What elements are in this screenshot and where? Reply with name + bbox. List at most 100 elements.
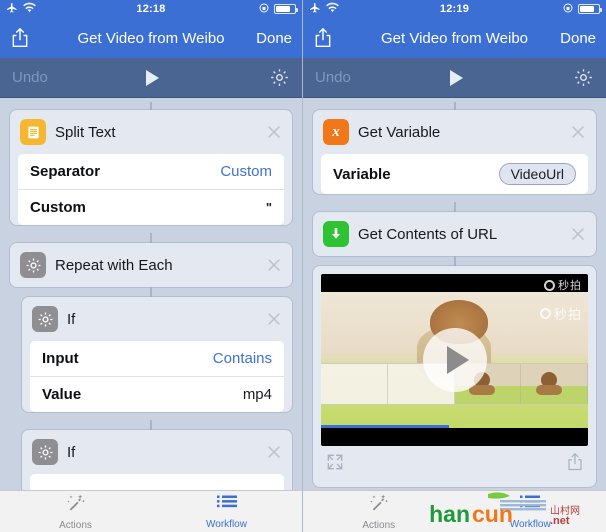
battery-icon [274, 4, 298, 14]
card-title: If [67, 310, 76, 328]
tab-bar[interactable]: Actions Workflow [0, 490, 302, 532]
share-icon[interactable] [313, 27, 333, 49]
right-phone-panel: 12:19 Get Video from Weibo Done Undo x G… [303, 0, 606, 532]
video-watermark-second: 秒拍 [539, 304, 582, 323]
card-header: If [22, 297, 292, 341]
magic-wand-icon [66, 493, 86, 518]
action-card-if-1[interactable]: If Input Contains Value mp4 [22, 297, 292, 412]
action-card-get-contents-of-url[interactable]: Get Contents of URL [313, 212, 596, 256]
card-header: Repeat with Each [10, 243, 292, 287]
action-card-repeat-with-each[interactable]: Repeat with Each [10, 243, 292, 287]
tab-label: Workflow [509, 518, 551, 530]
parameter-box [30, 474, 284, 490]
video-progress-bar[interactable] [321, 425, 450, 428]
status-right-icons [258, 2, 298, 17]
status-bar: 12:19 [303, 0, 606, 18]
navigation-bar: Get Video from Weibo Done [0, 18, 302, 58]
parameter-value[interactable]: mp4 [243, 386, 272, 403]
card-title: If [67, 443, 76, 461]
parameter-value[interactable]: Contains [213, 350, 272, 367]
connector-line [150, 287, 152, 297]
gear-icon [32, 306, 58, 332]
parameter-box: Input Contains Value mp4 [30, 341, 284, 412]
camera-icon [544, 279, 555, 291]
parameter-row-variable[interactable]: Variable VideoUrl [321, 154, 588, 194]
scrubber-thumb [321, 364, 388, 405]
rotation-lock-icon [562, 2, 574, 17]
done-button[interactable]: Done [256, 30, 292, 47]
share-icon[interactable] [10, 27, 30, 49]
connector-line [150, 102, 152, 110]
gear-icon [32, 439, 58, 465]
tab-actions[interactable]: Actions [0, 491, 151, 532]
expand-icon[interactable] [325, 452, 345, 477]
parameter-label: Value [42, 386, 82, 403]
tab-label: Workflow [206, 518, 247, 530]
status-time: 12:18 [136, 3, 166, 15]
close-icon[interactable] [266, 257, 282, 273]
play-icon[interactable] [422, 328, 487, 392]
left-phone-panel: 12:18 Get Video from Weibo Done Undo Spl… [0, 0, 303, 532]
parameter-label: Input [42, 350, 79, 367]
gear-icon [20, 252, 46, 278]
scrubber-thumb [521, 364, 588, 405]
close-icon[interactable] [570, 124, 586, 140]
parameter-box: Separator Custom Custom " [18, 154, 284, 225]
connector-line [453, 256, 456, 266]
parameter-row-custom[interactable]: Custom " [18, 189, 284, 225]
document-icon [20, 119, 46, 145]
tab-label: Actions [59, 519, 92, 531]
connector-line [453, 102, 456, 110]
video-thumbnail[interactable]: 秒拍 秒拍 [321, 274, 588, 446]
rotation-lock-icon [258, 2, 270, 17]
close-icon[interactable] [266, 124, 282, 140]
share-icon[interactable] [566, 452, 584, 477]
tab-bar[interactable]: Actions Workflow [303, 490, 606, 532]
done-button[interactable]: Done [560, 30, 596, 47]
connector-line [150, 233, 152, 243]
video-preview-card[interactable]: 秒拍 秒拍 [313, 266, 596, 487]
tab-workflow[interactable]: Workflow [151, 491, 302, 532]
magic-wand-icon [369, 493, 389, 518]
workflow-list[interactable]: Split Text Separator Custom Custom " Rep… [0, 98, 302, 490]
navigation-bar: Get Video from Weibo Done [303, 18, 606, 58]
battery-icon [578, 4, 602, 14]
parameter-row-value[interactable]: Value mp4 [30, 376, 284, 412]
list-icon [216, 494, 237, 517]
card-title: Get Contents of URL [358, 225, 498, 243]
status-bar: 12:18 [0, 0, 302, 18]
card-header: Split Text [10, 110, 292, 154]
connector-line [453, 202, 456, 212]
parameter-row-separator[interactable]: Separator Custom [18, 154, 284, 189]
download-arrow-icon [323, 221, 349, 247]
card-header: Get Contents of URL [313, 212, 596, 256]
variable-x-glyph: x [332, 123, 340, 140]
action-card-if-2[interactable]: If [22, 430, 292, 490]
status-right-icons [562, 2, 602, 17]
close-icon[interactable] [266, 444, 282, 460]
undo-button[interactable]: Undo [12, 69, 48, 86]
undo-button[interactable]: Undo [315, 69, 351, 86]
gear-icon[interactable] [573, 67, 594, 88]
camera-icon [539, 308, 551, 319]
close-icon[interactable] [266, 311, 282, 327]
variable-x-icon: x [323, 119, 349, 145]
gear-icon[interactable] [269, 67, 290, 88]
parameter-box: Variable VideoUrl [321, 154, 588, 194]
tab-workflow[interactable]: Workflow [455, 491, 606, 532]
card-title: Split Text [55, 123, 116, 141]
parameter-value[interactable]: " [266, 200, 272, 215]
action-card-get-variable[interactable]: x Get Variable Variable VideoUrl [313, 110, 596, 194]
status-time: 12:19 [439, 3, 470, 15]
tab-actions[interactable]: Actions [303, 491, 455, 532]
workflow-toolbar: Undo [0, 58, 302, 98]
tab-label: Actions [362, 519, 396, 531]
variable-token[interactable]: VideoUrl [498, 163, 576, 185]
video-action-row [321, 446, 588, 479]
parameter-value[interactable]: Custom [220, 163, 272, 180]
video-watermark-top: 秒拍 [544, 277, 582, 293]
workflow-list[interactable]: x Get Variable Variable VideoUrl Get Con… [303, 98, 606, 490]
close-icon[interactable] [570, 226, 586, 242]
action-card-split-text[interactable]: Split Text Separator Custom Custom " [10, 110, 292, 225]
parameter-row-input[interactable]: Input Contains [30, 341, 284, 376]
